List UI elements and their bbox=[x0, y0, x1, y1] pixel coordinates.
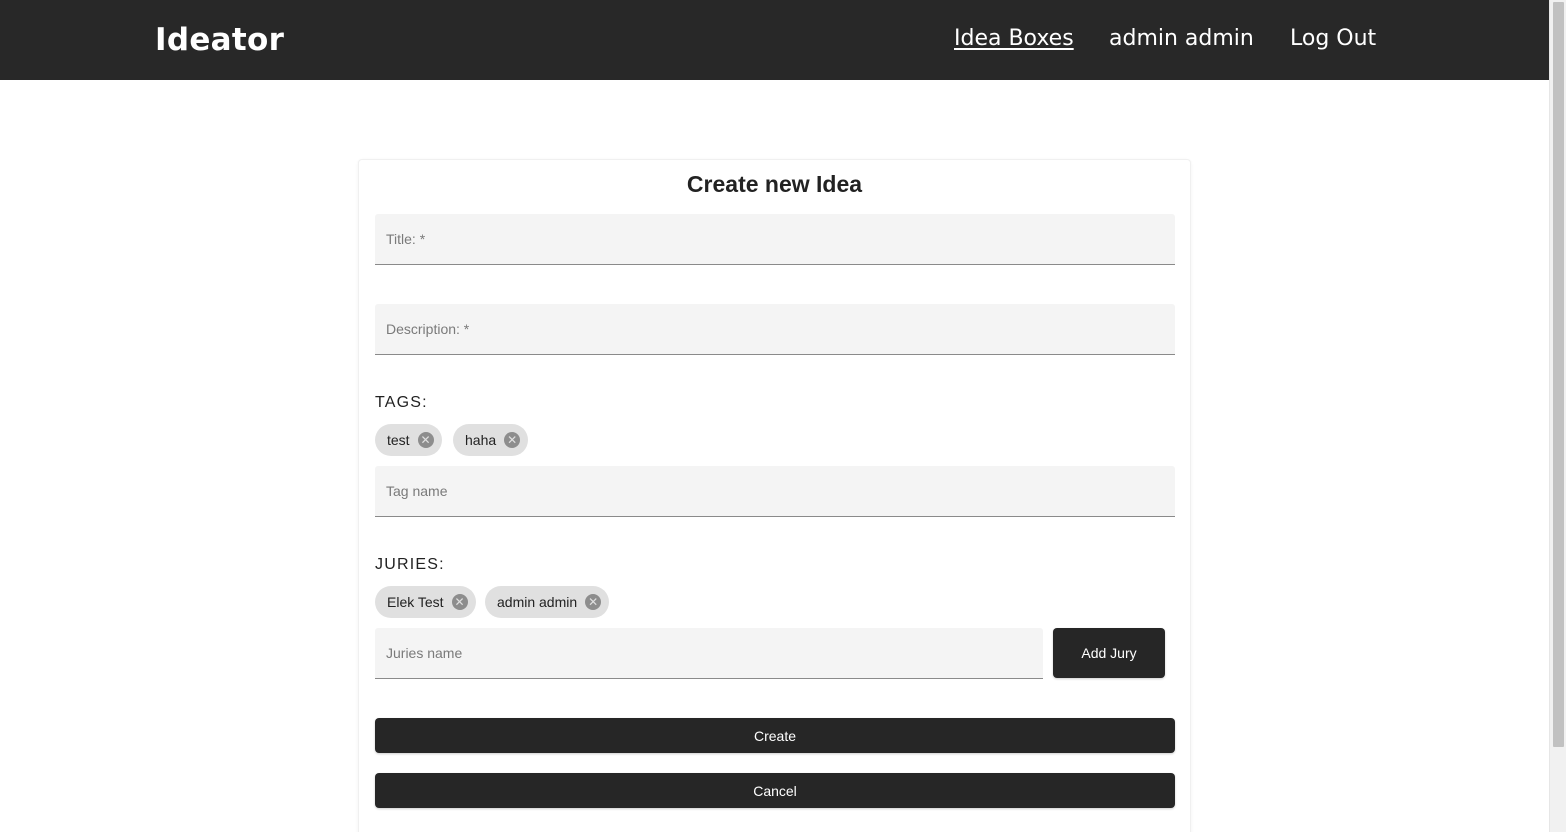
juries-name-input[interactable] bbox=[375, 628, 1043, 678]
tag-chip: test ✕ bbox=[375, 424, 442, 456]
tag-name-field[interactable] bbox=[375, 466, 1175, 517]
description-input[interactable] bbox=[375, 304, 1175, 354]
jury-chip: Elek Test ✕ bbox=[375, 586, 476, 618]
tag-chip-label: test bbox=[387, 432, 410, 448]
create-button[interactable]: Create bbox=[375, 718, 1175, 753]
page-title: Create new Idea bbox=[686, 171, 863, 197]
title-field[interactable] bbox=[375, 214, 1175, 265]
remove-tag-icon[interactable]: ✕ bbox=[417, 432, 434, 448]
jury-chip: admin admin ✕ bbox=[485, 586, 610, 618]
description-field[interactable] bbox=[375, 304, 1175, 355]
nav-link-idea-boxes[interactable]: Idea Boxes bbox=[954, 26, 1074, 51]
jury-chip-label: Elek Test bbox=[387, 594, 444, 610]
nav-link-user-profile[interactable]: admin admin bbox=[1109, 26, 1254, 51]
tag-name-input[interactable] bbox=[375, 466, 1175, 516]
cancel-button[interactable]: Cancel bbox=[375, 773, 1175, 808]
tag-chip-label: haha bbox=[465, 432, 497, 448]
nav-link-logout[interactable]: Log Out bbox=[1290, 26, 1376, 51]
scrollbar-thumb[interactable] bbox=[1553, 2, 1564, 747]
tag-chip: haha ✕ bbox=[453, 424, 529, 456]
remove-tag-icon[interactable]: ✕ bbox=[504, 432, 521, 448]
title-input[interactable] bbox=[375, 214, 1175, 264]
app-logo[interactable]: Ideator bbox=[155, 22, 284, 58]
juries-label: JURIES: bbox=[375, 556, 445, 573]
juries-name-field[interactable] bbox=[375, 628, 1043, 679]
tags-label: TAGS: bbox=[375, 394, 428, 411]
top-navbar: Ideator Idea Boxes admin admin Log Out bbox=[0, 0, 1549, 80]
remove-jury-icon[interactable]: ✕ bbox=[451, 594, 468, 610]
jury-chip-label: admin admin bbox=[497, 594, 578, 610]
remove-jury-icon[interactable]: ✕ bbox=[585, 594, 602, 610]
add-jury-button[interactable]: Add Jury bbox=[1053, 628, 1165, 678]
vertical-scrollbar[interactable] bbox=[1549, 0, 1566, 832]
